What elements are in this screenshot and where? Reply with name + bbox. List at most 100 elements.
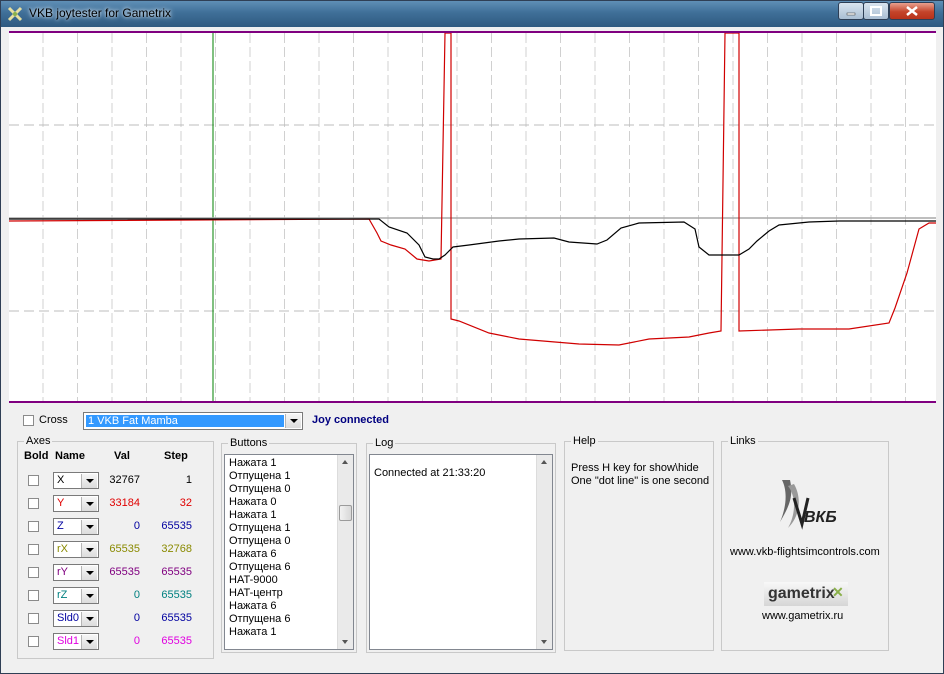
controls-panel: Cross 1 VKB Fat Mamba Joy connected Axes… — [9, 405, 936, 667]
chevron-down-icon[interactable] — [81, 635, 97, 649]
title-bar[interactable]: VKB joytester for Gametrix — [1, 1, 943, 27]
device-select[interactable]: 1 VKB Fat Mamba — [83, 412, 303, 430]
axis-name-select[interactable]: Sld1 — [53, 633, 99, 650]
app-icon — [7, 6, 23, 22]
axis-value: 0 — [133, 612, 140, 624]
list-item[interactable]: Отпущена 1 — [225, 522, 353, 535]
gametrix-link[interactable]: www.gametrix.ru — [762, 610, 843, 622]
log-listbox[interactable]: Connected at 21:33:20 — [369, 454, 553, 650]
chevron-down-icon[interactable] — [81, 520, 97, 534]
list-item[interactable]: Нажата 1 — [225, 509, 353, 522]
vkb-logo-text: ВКБ — [804, 509, 837, 526]
axis-name-select[interactable]: X — [53, 472, 99, 489]
chevron-down-icon[interactable] — [81, 497, 97, 511]
axis-name: X — [57, 474, 65, 486]
list-item[interactable]: Отпущена 1 — [225, 470, 353, 483]
vkb-logo[interactable]: ВКБ — [774, 478, 846, 534]
connection-status: Joy connected — [312, 414, 390, 426]
list-item[interactable]: Нажата 6 — [225, 600, 353, 613]
list-item[interactable]: HAT-центр — [225, 587, 353, 600]
chevron-down-icon[interactable] — [81, 543, 97, 557]
bold-checkbox[interactable] — [28, 567, 39, 578]
scroll-thumb[interactable] — [339, 505, 352, 521]
maximize-button[interactable] — [863, 2, 889, 20]
log-group: Log Connected at 21:33:20 — [366, 437, 556, 653]
bold-checkbox[interactable] — [28, 613, 39, 624]
y-axis-trace — [8, 32, 936, 346]
links-group: Links ВКБ www.vkb-flightsimcontrols.com … — [721, 435, 889, 651]
axis-step: 65535 — [161, 589, 192, 601]
list-item[interactable]: Отпущена 0 — [225, 483, 353, 496]
list-item[interactable]: Отпущена 0 — [225, 535, 353, 548]
axis-step: 32 — [179, 497, 192, 509]
axis-value: 32767 — [109, 474, 140, 486]
axis-graph — [8, 31, 936, 403]
list-item[interactable]: Отпущена 6 — [225, 561, 353, 574]
minimize-button[interactable] — [838, 2, 864, 20]
axis-value: 33184 — [109, 497, 140, 509]
chevron-down-icon[interactable] — [81, 589, 97, 603]
scroll-up-icon[interactable] — [338, 457, 353, 467]
gametrix-cross-icon: ✕ — [832, 584, 844, 600]
gametrix-logo[interactable]: gametrix ✕ — [764, 582, 848, 606]
list-item[interactable]: Нажата 1 — [225, 457, 353, 470]
scroll-up-icon[interactable] — [537, 457, 552, 467]
list-item[interactable]: Нажата 1 — [225, 626, 353, 639]
x-axis-trace — [9, 218, 936, 260]
axis-name-select[interactable]: rY — [53, 564, 99, 581]
bold-checkbox[interactable] — [28, 636, 39, 647]
maximize-icon — [870, 6, 882, 16]
close-icon — [906, 6, 918, 16]
axis-value: 0 — [133, 520, 140, 532]
close-button[interactable] — [889, 2, 935, 20]
axis-name: Sld0 — [57, 612, 80, 624]
axis-step: 1 — [185, 474, 192, 486]
axis-name-select[interactable]: Z — [53, 518, 99, 535]
graph-grid — [9, 33, 936, 401]
cross-label: Cross — [39, 414, 68, 426]
axis-value: 0 — [133, 635, 140, 647]
axis-step: 65535 — [161, 520, 192, 532]
axis-step: 65535 — [161, 612, 192, 624]
window-title: VKB joytester for Gametrix — [29, 6, 172, 20]
help-line-2: One "dot line" is one second — [571, 475, 710, 487]
bold-checkbox[interactable] — [28, 498, 39, 509]
axis-name-select[interactable]: Y — [53, 495, 99, 512]
log-scrollbar[interactable] — [536, 455, 552, 649]
list-item[interactable]: Отпущена 6 — [225, 613, 353, 626]
buttons-group: Buttons Нажата 1 Отпущена 1 Отпущена 0 Нажа… — [221, 437, 357, 653]
axes-group-title: Axes — [24, 435, 53, 447]
app-window: VKB joytester for Gametrix Cross 1 VKB F… — [0, 0, 944, 674]
axis-name-select[interactable]: rX — [53, 541, 99, 558]
chevron-down-icon[interactable] — [285, 414, 301, 428]
log-group-title: Log — [373, 437, 396, 449]
axis-value: 65535 — [109, 543, 140, 555]
bold-checkbox[interactable] — [28, 521, 39, 532]
list-item[interactable]: Нажата 0 — [225, 496, 353, 509]
chevron-down-icon[interactable] — [81, 474, 97, 488]
scroll-down-icon[interactable] — [537, 637, 552, 647]
axis-name: rX — [57, 543, 68, 555]
buttons-group-title: Buttons — [228, 437, 270, 449]
axis-name-select[interactable]: rZ — [53, 587, 99, 604]
list-item[interactable]: Нажата 6 — [225, 548, 353, 561]
links-group-title: Links — [728, 435, 758, 447]
list-item[interactable]: Connected at 21:33:20 — [370, 467, 552, 480]
buttons-listbox[interactable]: Нажата 1 Отпущена 1 Отпущена 0 Нажата 0 Нажа… — [224, 454, 354, 650]
list-item[interactable]: HAT-9000 — [225, 574, 353, 587]
buttons-scrollbar[interactable] — [337, 455, 353, 649]
bold-checkbox[interactable] — [28, 475, 39, 486]
chevron-down-icon[interactable] — [81, 612, 97, 626]
cross-checkbox[interactable] — [23, 415, 34, 426]
bold-checkbox[interactable] — [28, 590, 39, 601]
graph-canvas — [8, 32, 936, 401]
bold-checkbox[interactable] — [28, 544, 39, 555]
axis-name-select[interactable]: Sld0 — [53, 610, 99, 627]
vkb-link[interactable]: www.vkb-flightsimcontrols.com — [730, 546, 880, 558]
axis-name: Z — [57, 520, 64, 532]
minimize-icon — [846, 12, 856, 16]
axis-step: 32768 — [161, 543, 192, 555]
chevron-down-icon[interactable] — [81, 566, 97, 580]
scroll-down-icon[interactable] — [338, 637, 353, 647]
help-group-title: Help — [571, 435, 598, 447]
